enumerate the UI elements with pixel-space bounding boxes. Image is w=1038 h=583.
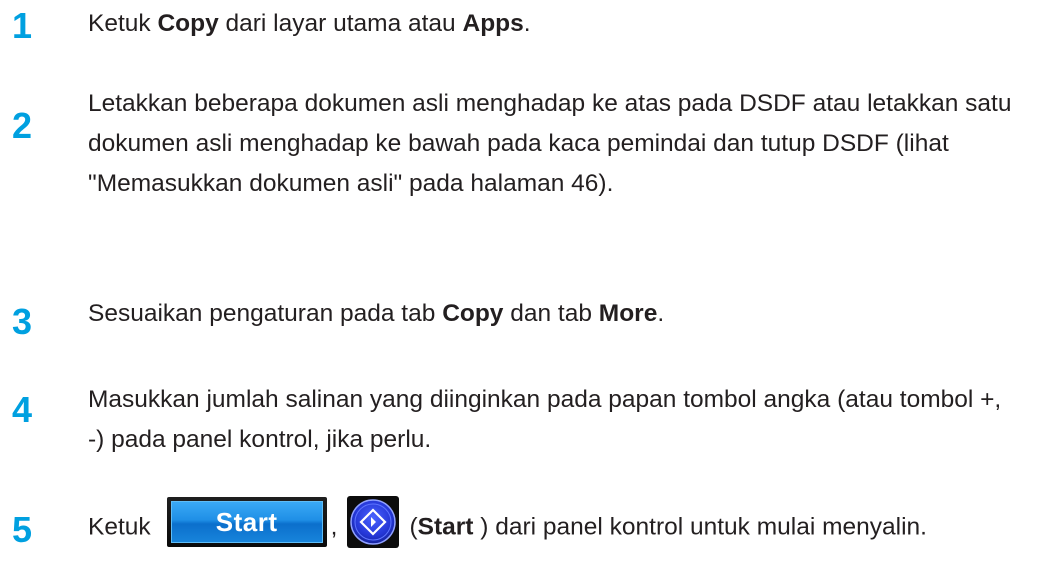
bold-term-more: More [598,300,658,327]
step-text: Sesuaikan pengaturan pada tab Copy dan t… [88,294,1023,334]
text-fragment: . [523,10,531,37]
bold-term-copy: Copy [157,10,219,37]
text-fragment: ) dari panel kontrol untuk mulai menyali… [473,513,927,541]
step-number: 4 [12,389,33,430]
text-fragment: , [330,513,338,541]
start-button-label: Start [170,501,323,543]
step-number: 3 [12,301,33,342]
text-fragment: ( [409,513,418,541]
step-text: Ketuk Start, (Start ) dari panel kontrol u… [88,496,1023,554]
step-text: Ketuk Copy dari layar utama atau Apps. [88,4,1023,44]
text-fragment: dan tab [503,300,599,327]
text-fragment: Ketuk [88,10,158,37]
step-number: 2 [12,105,33,146]
step-text: Masukkan jumlah salinan yang diinginkan … [88,386,1002,453]
text-fragment: dari layar utama atau [218,10,463,37]
text-fragment: Sesuaikan pengaturan pada tab [88,300,443,327]
bold-term-apps: Apps [462,10,524,37]
step-number: 5 [12,509,33,550]
text-fragment: . [657,300,665,327]
start-hardware-key-icon [347,496,400,548]
step-number: 1 [12,5,33,46]
bold-term-copy: Copy [442,300,504,327]
step-text: Letakkan beberapa dokumen asli menghadap… [88,90,1012,197]
text-fragment: Ketuk [88,513,151,541]
start-screen-button-icon: Start [166,497,327,547]
bold-term-start: Start [417,513,474,541]
